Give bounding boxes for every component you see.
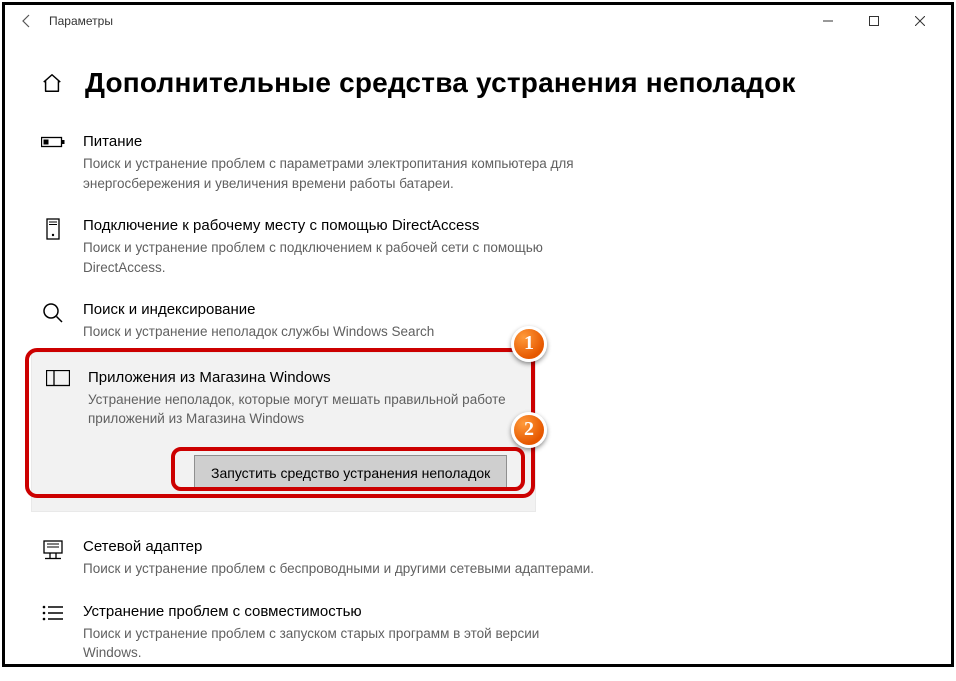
server-icon: [41, 218, 65, 242]
window-title: Параметры: [49, 14, 113, 28]
troubleshooter-compat[interactable]: Устранение проблем с совместимостью Поис…: [41, 597, 601, 681]
run-button-label: Запустить средство устранения неполадок: [211, 465, 490, 481]
back-button[interactable]: [13, 7, 41, 35]
annotation-badge-2: 2: [511, 412, 547, 448]
run-troubleshooter-button[interactable]: Запустить средство устранения неполадок: [194, 455, 507, 491]
troubleshooter-desc: Устранение неполадок, которые могут меша…: [88, 390, 521, 429]
network-adapter-icon: [41, 539, 65, 563]
troubleshooter-power[interactable]: Питание Поиск и устранение проблем с пар…: [41, 127, 601, 211]
troubleshooter-desc: Поиск и устранение проблем с параметрами…: [83, 154, 601, 193]
annotation-badge-1: 1: [511, 326, 547, 362]
close-button[interactable]: [897, 7, 943, 35]
page-title: Дополнительные средства устранения непол…: [85, 67, 796, 99]
troubleshooter-title: Устранение проблем с совместимостью: [83, 603, 601, 620]
troubleshooter-title: Подключение к рабочему месту с помощью D…: [83, 217, 601, 234]
troubleshooter-network[interactable]: Сетевой адаптер Поиск и устранение пробл…: [41, 532, 601, 597]
maximize-button[interactable]: [851, 7, 897, 35]
battery-icon: [41, 134, 65, 158]
troubleshooter-title: Приложения из Магазина Windows: [88, 369, 521, 386]
titlebar: Параметры: [5, 5, 951, 37]
home-icon[interactable]: [41, 72, 63, 94]
troubleshooter-desc: Поиск и устранение проблем с подключение…: [83, 238, 601, 277]
troubleshooter-desc: Поиск и устранение проблем с запуском ст…: [83, 624, 601, 663]
troubleshooter-title: Сетевой адаптер: [83, 538, 601, 555]
troubleshooter-directaccess[interactable]: Подключение к рабочему месту с помощью D…: [41, 211, 601, 295]
minimize-button[interactable]: [805, 7, 851, 35]
troubleshooter-desc: Поиск и устранение проблем с беспроводны…: [83, 559, 601, 579]
list-icon: [41, 604, 65, 628]
store-icon: [46, 370, 70, 394]
troubleshooter-title: Питание: [83, 133, 601, 150]
troubleshooter-title: Поиск и индексирование: [83, 301, 601, 318]
search-icon: [41, 302, 65, 326]
troubleshooter-store-selected[interactable]: Приложения из Магазина Windows Устранени…: [31, 352, 536, 512]
